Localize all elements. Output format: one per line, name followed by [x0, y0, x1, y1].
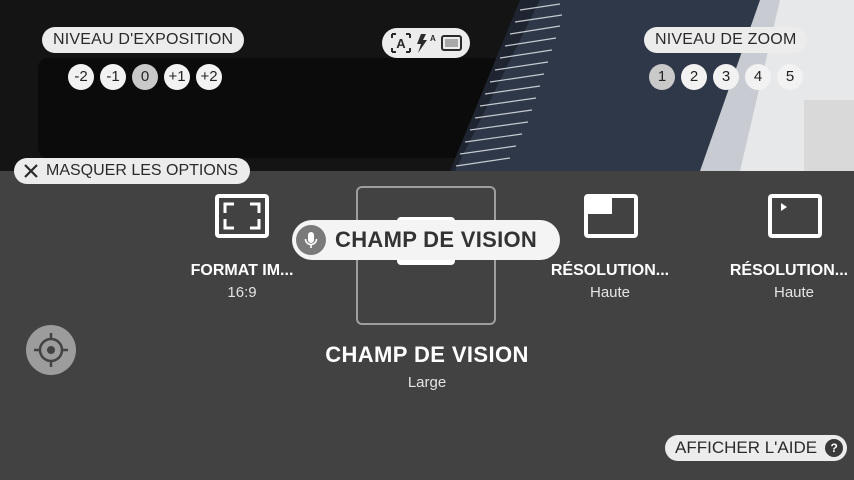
- zoom-level-1[interactable]: 1: [649, 64, 675, 90]
- aspect-ratio-icon[interactable]: [214, 193, 270, 239]
- exposure-levels: -2 -1 0 +1 +2: [68, 64, 222, 90]
- exposure-label: NIVEAU D'EXPOSITION: [42, 27, 245, 53]
- zoom-level-5[interactable]: 5: [777, 64, 803, 90]
- help-icon: ?: [825, 439, 844, 457]
- frame-icon: [441, 35, 462, 51]
- crosshair-icon: [34, 333, 68, 367]
- option-value-format: 16:9: [227, 284, 257, 301]
- auto-text-icon: A: [391, 33, 411, 53]
- show-help-button[interactable]: AFFICHER L'AIDE ?: [665, 435, 848, 461]
- option-title-photo-resolution[interactable]: RÉSOLUTION...: [540, 262, 680, 280]
- exposure-level-minus2[interactable]: -2: [68, 64, 94, 90]
- exposure-level-plus2[interactable]: +2: [196, 64, 222, 90]
- option-value-photo-resolution: Haute: [589, 284, 631, 301]
- video-resolution-icon[interactable]: [767, 193, 823, 239]
- zoom-level-4[interactable]: 4: [745, 64, 771, 90]
- zoom-levels: 1 2 3 4 5: [649, 64, 803, 90]
- show-help-label: AFFICHER L'AIDE: [675, 438, 818, 457]
- target-button[interactable]: [26, 325, 76, 375]
- hide-options-button[interactable]: MASQUER LES OPTIONS: [14, 158, 251, 184]
- svg-text:A: A: [430, 34, 436, 43]
- option-value-video-resolution: Haute: [773, 284, 815, 301]
- selected-option-title: CHAMP DE VISION: [325, 342, 529, 367]
- option-title-format[interactable]: FORMAT IM...: [172, 262, 312, 280]
- option-title-video-resolution[interactable]: RÉSOLUTION...: [724, 262, 854, 280]
- svg-text:A: A: [396, 36, 406, 51]
- photo-resolution-icon[interactable]: [583, 193, 639, 239]
- flash-auto-icon: A: [417, 34, 436, 53]
- exposure-level-minus1[interactable]: -1: [100, 64, 126, 90]
- exposure-level-0[interactable]: 0: [132, 64, 158, 90]
- hide-options-label: MASQUER LES OPTIONS: [46, 162, 239, 179]
- zoom-level-2[interactable]: 2: [681, 64, 707, 90]
- close-icon: [24, 164, 38, 178]
- selected-option-value: Large: [407, 374, 447, 391]
- voice-command-tooltip[interactable]: CHAMP DE VISION: [292, 220, 560, 260]
- microphone-icon: [296, 225, 326, 255]
- voice-tooltip-label: CHAMP DE VISION: [335, 227, 538, 252]
- zoom-label: NIVEAU DE ZOOM: [644, 27, 808, 53]
- zoom-level-3[interactable]: 3: [713, 64, 739, 90]
- exposure-level-plus1[interactable]: +1: [164, 64, 190, 90]
- mode-toggle-pill[interactable]: A A: [382, 28, 470, 58]
